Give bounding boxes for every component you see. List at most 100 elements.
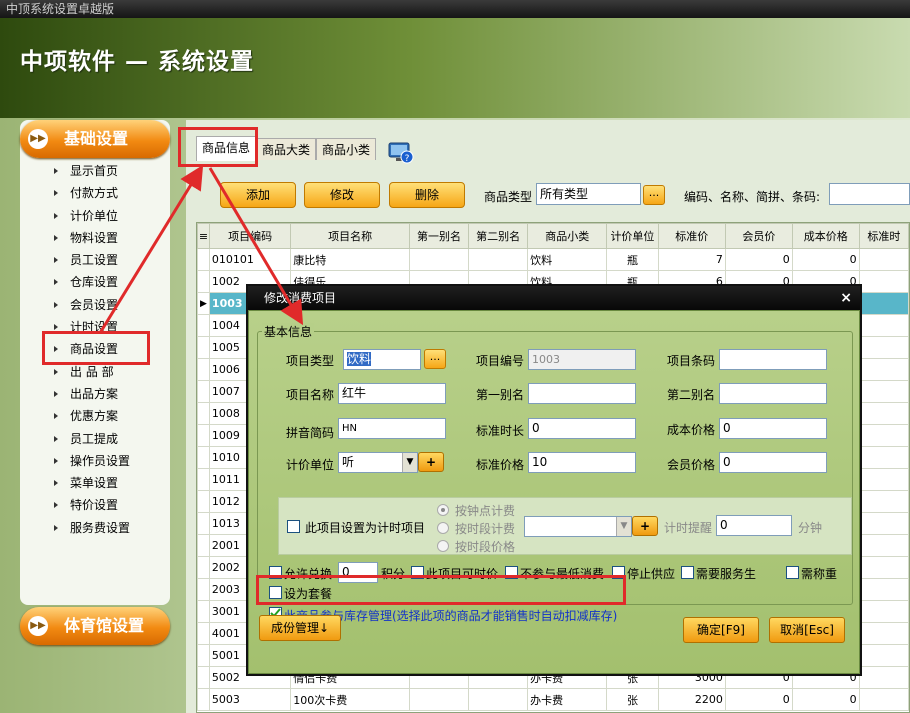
sidebar-item[interactable]: 仓库设置 <box>20 271 170 293</box>
chevron-down-icon[interactable]: ▼ <box>616 517 631 536</box>
table-cell <box>858 512 909 535</box>
column-header[interactable]: 会员价 <box>724 223 793 249</box>
table-cell <box>858 314 909 337</box>
pinyin-input[interactable]: HN <box>338 418 446 439</box>
edit-button[interactable]: 修改 <box>304 182 380 208</box>
column-header[interactable]: 项目编码 <box>208 223 292 249</box>
std-price-input[interactable]: 10 <box>528 452 636 473</box>
basic-info-group: 基本信息 项目类型 饮料 ... 项目编号 1003 项目条码 项目名称 红牛 … <box>257 323 853 623</box>
sidebar-item[interactable]: 菜单设置 <box>20 472 170 494</box>
chevron-down-icon[interactable]: ▼ <box>402 453 417 472</box>
table-cell <box>858 578 909 601</box>
row-indicator: ▶ <box>197 292 210 315</box>
add-button[interactable]: 添加 <box>220 182 296 208</box>
column-header[interactable]: 成本价格 <box>791 223 860 249</box>
need-waiter-checkbox[interactable] <box>681 566 694 579</box>
sidebar-item[interactable]: 服务费设置 <box>20 517 170 539</box>
table-row[interactable]: 010101 康比特 饮料瓶 7 0 0 <box>197 248 909 271</box>
column-header[interactable]: 第二别名 <box>468 223 529 249</box>
sidebar-item[interactable]: 物料设置 <box>20 227 170 249</box>
column-header[interactable]: 标准价 <box>657 223 726 249</box>
sidebar-item[interactable]: 员工提成 <box>20 428 170 450</box>
add-unit-button[interactable]: + <box>418 452 444 472</box>
sidebar-item[interactable]: 员工设置 <box>20 249 170 271</box>
row-indicator <box>197 556 210 579</box>
sidebar-item[interactable]: 计价单位 <box>20 205 170 227</box>
cost-price-input[interactable]: 0 <box>719 418 827 439</box>
member-price-label: 会员价格 <box>666 458 715 472</box>
tab-product-category[interactable]: 商品大类 <box>256 138 317 160</box>
tab-label: 商品大类 <box>262 143 311 157</box>
sidebar-item[interactable]: 显示首页 <box>20 160 170 182</box>
unit-value: 听 <box>342 455 355 469</box>
tab-product-subcategory[interactable]: 商品小类 <box>316 138 377 160</box>
item-type-input[interactable]: 饮料 <box>343 349 421 370</box>
dialog-title-bar[interactable]: 修改消费项目 × <box>248 286 860 310</box>
alias2-label: 第二别名 <box>666 388 715 402</box>
column-header[interactable]: 项目名称 <box>290 223 411 249</box>
unit-select[interactable]: 听 ▼ <box>338 452 418 473</box>
need-weigh-checkbox[interactable] <box>786 566 799 579</box>
ok-button[interactable]: 确定[F9] <box>683 617 759 643</box>
sidebar-item[interactable]: 出品方案 <box>20 383 170 405</box>
sidebar-item[interactable]: 优惠方案 <box>20 405 170 427</box>
column-header[interactable]: 计价单位 <box>606 223 659 249</box>
delete-button[interactable]: 删除 <box>389 182 465 208</box>
item-barcode-input[interactable] <box>719 349 827 370</box>
cancel-button[interactable]: 取消[Esc] <box>769 617 845 643</box>
search-label: 编码、名称、简拼、条码: <box>684 190 821 204</box>
table-cell: 0 <box>724 688 793 711</box>
table-cell <box>858 292 909 315</box>
table-cell: 康比特 <box>290 248 411 271</box>
table-cell <box>858 336 909 359</box>
item-name-input[interactable]: 红牛 <box>338 383 446 404</box>
alias1-input[interactable] <box>528 383 636 404</box>
item-type-picker-button[interactable]: ... <box>424 349 446 369</box>
radio-by-period[interactable] <box>437 522 449 534</box>
ingredients-button[interactable]: 成份管理↓ <box>259 615 341 641</box>
sidebar-item[interactable]: 操作员设置 <box>20 450 170 472</box>
table-cell: 7 <box>657 248 726 271</box>
window-title: 中顶系统设置卓越版 <box>6 2 115 16</box>
remind-input[interactable]: 0 <box>716 515 792 536</box>
table-cell <box>858 424 909 447</box>
column-header[interactable]: 标准时 <box>858 223 909 249</box>
sidebar-item[interactable]: 会员设置 <box>20 294 170 316</box>
timer-settings-box: 此项目设置为计时项目 按钟点计费 按时段计费 按时段价格 ▼ + 计时提醒 0 … <box>278 497 852 555</box>
expand-arrow-icon: ▶▶ <box>28 129 48 149</box>
table-cell: 0 <box>791 688 860 711</box>
sidebar-item[interactable]: 特价设置 <box>20 494 170 516</box>
period-select[interactable]: ▼ <box>524 516 632 537</box>
table-cell <box>858 446 909 469</box>
need-waiter-label: 需要服务生 <box>696 567 757 581</box>
row-indicator <box>197 512 210 535</box>
timer-item-checkbox[interactable] <box>287 520 300 533</box>
table-header-row: ≡ 项目编码 项目名称 第一别名 第二别名 商品小类 计价单位 标准价 会员价 成本价格 标准时 <box>197 223 909 249</box>
table-cell: 100次卡费 <box>290 688 411 711</box>
unit-label: 计价单位 <box>285 458 334 472</box>
product-type-input[interactable]: 所有类型 <box>536 183 641 205</box>
search-input[interactable] <box>829 183 910 205</box>
column-header[interactable]: 第一别名 <box>409 223 470 249</box>
sidebar-item[interactable]: 付款方式 <box>20 182 170 204</box>
row-indicator <box>197 446 210 469</box>
table-row[interactable]: 5003 100次卡费 办卡费张 2200 0 0 <box>197 688 909 711</box>
item-name-label: 项目名称 <box>285 388 334 402</box>
add-period-button[interactable]: + <box>632 516 658 536</box>
column-header[interactable]: 商品小类 <box>527 223 608 249</box>
product-type-picker-button[interactable]: ... <box>643 185 665 205</box>
close-icon[interactable]: × <box>840 286 852 310</box>
help-monitor-icon[interactable]: ? <box>388 142 414 164</box>
table-cell: 010101 <box>208 248 292 271</box>
radio-period-price[interactable] <box>437 540 449 552</box>
duration-input[interactable]: 0 <box>528 418 636 439</box>
alias2-input[interactable] <box>719 383 827 404</box>
tab-bar: 商品信息 商品大类 商品小类 ? <box>186 130 910 164</box>
row-indicator <box>197 666 210 689</box>
radio-by-hour[interactable] <box>437 504 449 516</box>
row-indicator <box>197 424 210 447</box>
table-cell <box>409 688 470 711</box>
member-price-input[interactable]: 0 <box>719 452 827 473</box>
sidebar-section-gym[interactable]: ▶▶ 体育馆设置 <box>20 607 170 645</box>
sidebar-section-basic[interactable]: ▶▶ 基础设置 <box>20 120 170 158</box>
